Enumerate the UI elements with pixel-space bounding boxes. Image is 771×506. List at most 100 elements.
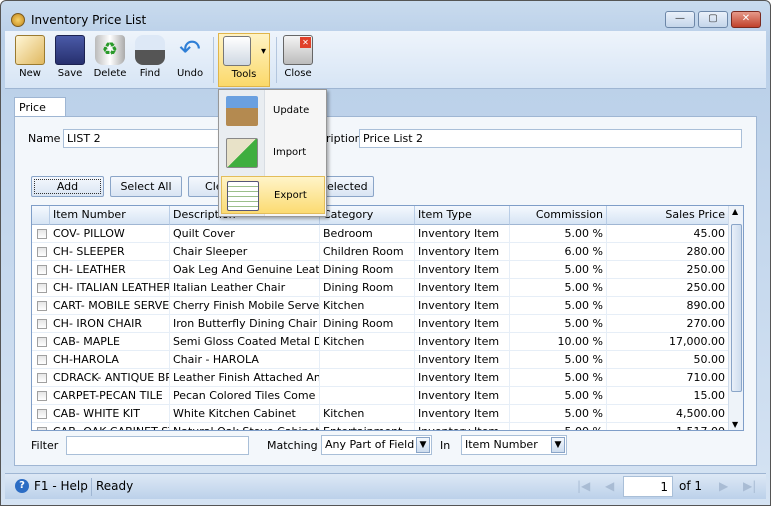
table-cell: Dining Room [320,261,415,279]
in-field-select[interactable]: Item Number ▼ [461,435,567,455]
maximize-button[interactable]: ▢ [698,11,728,28]
add-button[interactable]: Add [31,176,104,197]
minimize-button[interactable]: — [665,11,695,28]
table-cell: 15.00 [607,387,729,405]
row-checkbox[interactable] [37,247,47,257]
table-cell: Bedroom [320,225,415,243]
table-cell: Cherry Finish Mobile Server W [170,297,320,315]
table-cell: 270.00 [607,315,729,333]
row-checkbox[interactable] [37,409,47,419]
app-icon [11,13,25,27]
row-checkbox[interactable] [37,337,47,347]
delete-button[interactable]: ♻ Delete [91,33,129,87]
description-input[interactable]: Price List 2 [359,129,742,148]
floppy-disk-icon [55,35,85,65]
new-label: New [19,68,41,79]
undo-button[interactable]: ↶ Undo [171,33,209,87]
page-number-input[interactable]: 1 [623,476,673,497]
select-all-button[interactable]: Select All [110,176,182,197]
tab-price-list[interactable]: Price List [14,97,66,127]
table-row[interactable]: CAB- WHITE KIT White Kitchen Cabinet Kitch… [32,405,729,423]
matching-value: Any Part of Field [325,438,415,451]
column-header-commission[interactable]: Commission [510,206,607,225]
save-button[interactable]: Save [51,33,89,87]
column-header-category[interactable]: Category [320,206,415,225]
find-label: Find [139,68,161,79]
chevron-down-icon[interactable]: ▼ [551,437,565,453]
table-cell: 5.00 % [510,387,607,405]
scrollbar-thumb[interactable] [731,224,742,392]
table-cell: Dining Room [320,315,415,333]
new-button[interactable]: New [11,33,49,87]
tab-content: Name LIST 2 Description Price List 2 Add… [14,116,757,466]
next-page-icon[interactable]: ▶ [719,479,728,493]
toolbar: New Save ♻ Delete Find ↶ Undo ▾ Tools ✕ Clos… [5,31,766,89]
scroll-down-icon[interactable]: ▼ [732,420,738,429]
column-header-sales-price[interactable]: Sales Price [607,206,729,225]
table-row[interactable]: CART- MOBILE SERVER Cherry Finish Mobile … [32,297,729,315]
table-cell: 4,500.00 [607,405,729,423]
table-cell: 5.00 % [510,297,607,315]
in-field-value: Item Number [465,438,538,451]
table-row[interactable]: CDRACK- ANTIQUE BRA Leather Finish Attach… [32,369,729,387]
help-icon[interactable]: ? [15,479,29,493]
close-window-button[interactable]: ✕ [731,11,761,28]
row-checkbox[interactable] [37,355,47,365]
help-text[interactable]: F1 - Help [34,479,88,493]
close-button[interactable]: ✕ Close [279,33,317,87]
table-row[interactable]: CH- IRON CHAIR Iron Butterfly Dining Chai… [32,315,729,333]
menu-item-export[interactable]: Export [221,176,325,214]
scroll-up-icon[interactable]: ▲ [732,207,738,216]
table-row[interactable]: CAB- OAK CABINET STENatural Oak Stove Ca… [32,423,729,430]
row-checkbox[interactable] [37,319,47,329]
chevron-down-icon[interactable]: ▾ [261,46,266,57]
row-checkbox[interactable] [37,373,47,383]
import-arrow-icon [226,138,258,168]
table-cell: CARPET-PECAN TILE [50,387,170,405]
row-checkbox[interactable] [37,427,47,430]
table-cell: Quilt Cover [170,225,320,243]
new-document-icon [15,35,45,65]
previous-page-icon[interactable]: ◀ [605,479,614,493]
find-button[interactable]: Find [131,33,169,87]
row-checkbox[interactable] [37,265,47,275]
tools-icon [223,36,251,66]
chevron-down-icon[interactable]: ▼ [416,437,430,453]
table-cell: Inventory Item [415,423,510,430]
table-row[interactable]: CAB- MAPLESemi Gloss Coated Metal DrawKi… [32,333,729,351]
table-cell: CH- IRON CHAIR [50,315,170,333]
table-row[interactable]: CH-HAROLA Chair - HAROLA Inventory Item 5.0… [32,351,729,369]
table-cell: Chair - HAROLA [170,351,320,369]
table-row[interactable]: CH- LEATHEROak Leg And Genuine LeatherDi… [32,261,729,279]
close-window-icon: ✕ [283,35,313,65]
first-page-icon[interactable]: |◀ [577,479,590,493]
window-title: Inventory Price List [31,13,147,27]
row-checkbox[interactable] [37,283,47,293]
table-cell: 10.00 % [510,333,607,351]
row-checkbox[interactable] [37,301,47,311]
status-text: Ready [96,479,134,493]
filter-input[interactable] [66,436,249,455]
table-cell: CH-HAROLA [50,351,170,369]
menu-item-update[interactable]: Update [221,92,325,130]
column-header-item-type[interactable]: Item Type [415,206,510,225]
table-cell: Italian Leather Chair [170,279,320,297]
table-cell: 45.00 [607,225,729,243]
table-row[interactable]: CARPET-PECAN TILE Pecan Colored Tiles Com… [32,387,729,405]
table-cell: 280.00 [607,243,729,261]
matching-select[interactable]: Any Part of Field ▼ [321,435,432,455]
row-checkbox[interactable] [37,229,47,239]
tools-button[interactable]: ▾ Tools [218,33,270,87]
vertical-scrollbar[interactable]: ▲ ▼ [728,206,743,430]
table-cell: CAB- OAK CABINET STE [50,423,170,430]
last-page-icon[interactable]: ▶| [743,479,756,493]
table-cell: Kitchen [320,333,415,351]
table-row[interactable]: COV- PILLOW Quilt Cover Bedroom Inventory I… [32,225,729,243]
column-header-item-number[interactable]: Item Number [50,206,170,225]
table-cell: CAB- MAPLE [50,333,170,351]
menu-item-import[interactable]: Import [221,134,325,172]
row-checkbox[interactable] [37,391,47,401]
table-row[interactable]: CH- SLEEPER Chair Sleeper Children Room Inv… [32,243,729,261]
table-cell: 5.00 % [510,279,607,297]
table-row[interactable]: CH- ITALIAN LEATHER Italian Leather Chair… [32,279,729,297]
